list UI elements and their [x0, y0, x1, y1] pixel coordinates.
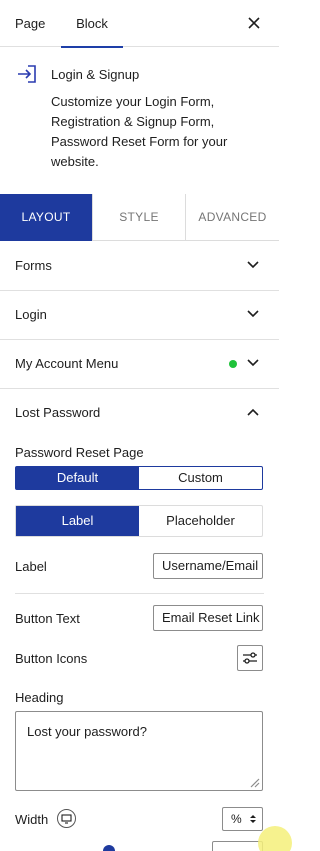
login-icon: [18, 65, 36, 83]
button-icons-label: Button Icons: [15, 651, 88, 666]
panel-my-account-menu[interactable]: My Account Menu: [0, 340, 279, 389]
option-custom[interactable]: Custom: [139, 467, 262, 489]
resize-handle-icon[interactable]: [248, 776, 260, 788]
panel-login[interactable]: Login: [0, 291, 279, 340]
option-default[interactable]: Default: [16, 467, 139, 489]
desktop-icon[interactable]: [57, 809, 76, 828]
chevron-down-icon: [247, 310, 259, 318]
updown-icon: [250, 815, 256, 823]
chevron-up-icon: [247, 408, 259, 416]
heading-textarea[interactable]: Lost your password?: [15, 711, 263, 791]
width-unit-select[interactable]: %: [222, 807, 263, 831]
chevron-down-icon: [247, 359, 259, 367]
label-field-label: Label: [15, 559, 47, 574]
heading-label: Heading: [15, 690, 64, 705]
panel-title: Lost Password: [15, 405, 101, 420]
button-text-input[interactable]: Email Reset Link: [153, 605, 263, 631]
panel-forms[interactable]: Forms: [0, 242, 279, 291]
panel-title: My Account Menu: [15, 356, 119, 371]
panel-lost-password[interactable]: Lost Password: [0, 389, 279, 438]
width-label: Width: [15, 812, 49, 827]
block-card: Login & Signup Customize your Login Form…: [0, 48, 279, 194]
sidebar-header: Page Block: [0, 0, 279, 48]
block-description: Customize your Login Form, Registration …: [51, 94, 228, 169]
status-dot: [229, 360, 237, 368]
cursor-highlight: [258, 826, 292, 851]
tab-block[interactable]: Block: [61, 0, 123, 48]
password-reset-page-label: Password Reset Page: [15, 445, 144, 460]
close-icon[interactable]: [245, 14, 263, 32]
width-unit-value: %: [231, 812, 242, 826]
heading-text: Lost your password?: [27, 724, 147, 739]
panel-title: Login: [15, 307, 47, 322]
width-slider-thumb[interactable]: [103, 845, 115, 851]
button-icons-settings[interactable]: [237, 645, 263, 671]
divider: [15, 593, 264, 594]
block-title: Login & Signup: [51, 67, 140, 82]
settings-tabs: LAYOUT STYLE ADVANCED: [0, 194, 279, 241]
option-placeholder[interactable]: Placeholder: [139, 506, 262, 536]
sliders-icon: [243, 652, 257, 664]
tab-page[interactable]: Page: [15, 0, 45, 47]
password-reset-page-toggle: Default Custom: [15, 466, 263, 490]
chevron-down-icon: [247, 261, 259, 269]
width-number-input[interactable]: [212, 841, 263, 851]
label-input[interactable]: Username/Email: [153, 553, 263, 579]
label-mode-toggle: Label Placeholder: [15, 505, 263, 537]
panel-title: Forms: [15, 258, 52, 273]
tab-layout[interactable]: LAYOUT: [0, 194, 92, 241]
tab-style[interactable]: STYLE: [92, 194, 185, 241]
button-text-label: Button Text: [15, 611, 80, 626]
option-label[interactable]: Label: [16, 506, 139, 536]
tab-advanced[interactable]: ADVANCED: [185, 194, 279, 241]
